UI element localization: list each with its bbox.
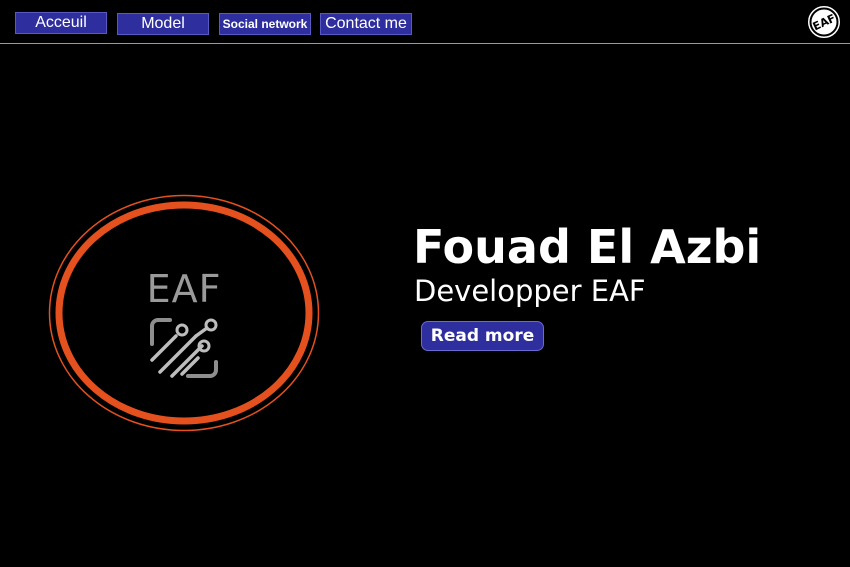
nav-model-button[interactable]: Model — [117, 13, 209, 35]
read-more-button[interactable]: Read more — [421, 321, 544, 351]
hero-role-subtitle: Developper EAF — [414, 274, 646, 308]
eaf-circuit-logo-icon: EAF — [48, 194, 320, 432]
hero-name-heading: Fouad El Azbi — [413, 220, 762, 274]
top-navigation-bar: Acceuil Model Social network Contact me … — [0, 0, 850, 44]
logo-text: EAF — [147, 267, 222, 311]
nav-acceuil-button[interactable]: Acceuil — [15, 12, 107, 34]
nav-social-network-button[interactable]: Social network — [219, 13, 311, 35]
eaf-badge-logo-icon[interactable]: EAF — [806, 4, 842, 40]
nav-contact-me-button[interactable]: Contact me — [320, 13, 412, 35]
